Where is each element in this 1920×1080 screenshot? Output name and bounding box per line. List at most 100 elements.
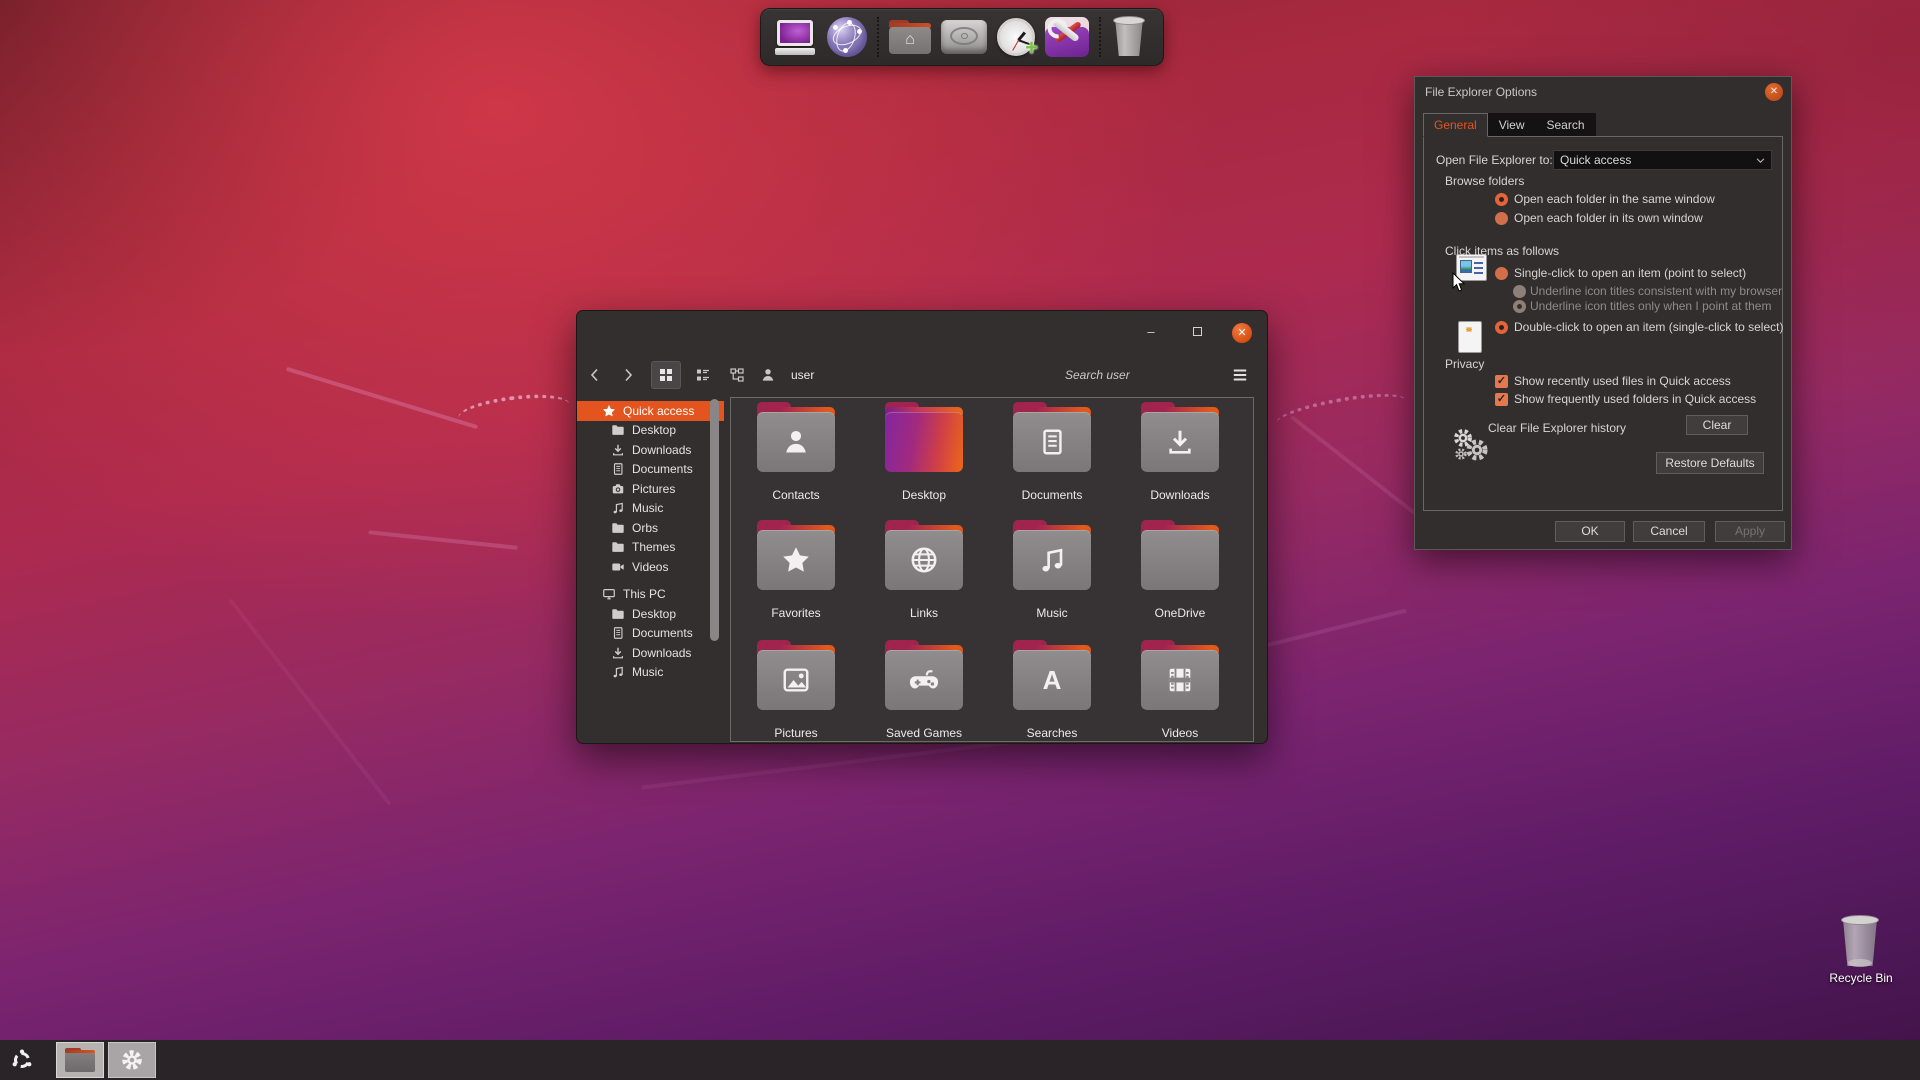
home-folder-icon[interactable]: ⌂ — [889, 20, 931, 54]
grid-item-contacts[interactable]: Contacts — [732, 402, 860, 514]
checkbox-show-frequently-used-folders-in-quick-ac[interactable]: ✓ — [1495, 393, 1508, 406]
dialog-tab-general[interactable]: General — [1423, 113, 1488, 137]
person-glyph-icon — [757, 412, 835, 472]
sidebar-item-desktop[interactable]: Desktop — [577, 604, 724, 624]
grid-item-pictures[interactable]: Pictures — [732, 640, 860, 741]
forward-chevron-icon[interactable] — [620, 367, 636, 383]
grid-item-label: Videos — [1161, 726, 1199, 740]
grid-view-button[interactable] — [651, 361, 681, 389]
grid-item-searches[interactable]: A Searches — [988, 640, 1116, 741]
taskbar-file-explorer-button[interactable] — [56, 1042, 104, 1078]
folder-icon — [611, 607, 625, 621]
dialog-tabs: General View Search — [1423, 113, 1596, 137]
clock-add-icon[interactable]: + — [997, 18, 1038, 59]
taskbar-settings-button[interactable] — [108, 1042, 156, 1078]
breadcrumb-path[interactable]: user — [791, 368, 814, 382]
minimize-button[interactable]: – — [1140, 325, 1162, 341]
radio-open-each-folder-in-the-same-window[interactable] — [1495, 193, 1508, 206]
cancel-button[interactable]: Cancel — [1633, 521, 1705, 542]
sidebar-item-music[interactable]: Music — [577, 663, 724, 683]
sidebar-item-downloads[interactable]: Downloads — [577, 440, 724, 460]
sidebar-item-orbs[interactable]: Orbs — [577, 518, 724, 538]
dock-separator — [877, 17, 879, 57]
tweak-tool-icon[interactable] — [1045, 17, 1089, 57]
close-button[interactable]: ✕ — [1232, 323, 1252, 343]
grid-item-desktop[interactable]: Desktop — [860, 402, 988, 514]
sidebar-item-label: Quick access — [623, 403, 695, 418]
apply-button[interactable]: Apply — [1715, 521, 1785, 542]
sidebar-item-music[interactable]: Music — [577, 499, 724, 519]
explorer-content-pane: Contacts Desktop Documents Downloads Favorit… — [730, 397, 1254, 742]
dialog-title: File Explorer Options — [1425, 85, 1538, 99]
radio-double-click-to-open-an-item-single-clic[interactable] — [1495, 321, 1508, 334]
dialog-tab-search[interactable]: Search — [1535, 113, 1596, 137]
grid-item-saved-games[interactable]: Saved Games — [860, 640, 988, 741]
dock-separator — [1099, 17, 1101, 57]
sidebar-item-documents[interactable]: Documents — [577, 624, 724, 644]
tree-view-icon[interactable] — [729, 367, 745, 383]
grid-item-onedrive[interactable]: OneDrive — [1116, 520, 1244, 632]
none-glyph-icon — [1141, 530, 1219, 590]
folder-icon — [885, 520, 963, 590]
sidebar-item-label: Videos — [632, 559, 669, 574]
hard-disk-icon[interactable] — [941, 20, 987, 54]
folder-icon — [611, 521, 625, 535]
grid-item-label: Desktop — [901, 488, 947, 502]
ok-button[interactable]: OK — [1555, 521, 1625, 542]
radio-open-each-folder-in-its-own-window[interactable] — [1495, 212, 1508, 225]
sidebar-item-this-pc[interactable]: This PC — [577, 585, 724, 605]
recycle-bin-label: Recycle Bin — [1829, 971, 1893, 985]
sidebar-scrollbar[interactable] — [710, 399, 719, 641]
network-icon[interactable] — [827, 17, 867, 57]
sidebar-item-themes[interactable]: Themes — [577, 538, 724, 558]
grid-item-music[interactable]: Music — [988, 520, 1116, 632]
wallpaper-line — [1289, 415, 1435, 529]
video-icon — [611, 560, 625, 574]
grid-item-videos[interactable]: Videos — [1116, 640, 1244, 741]
open-to-dropdown[interactable]: Quick access — [1553, 150, 1772, 170]
music-icon — [611, 501, 625, 515]
grid-item-documents[interactable]: Documents — [988, 402, 1116, 514]
checkbox-show-recently-used-files-in-quick-access[interactable]: ✓ — [1495, 375, 1508, 388]
back-chevron-icon[interactable] — [587, 367, 603, 383]
sidebar-item-videos[interactable]: Videos — [577, 557, 724, 577]
sidebar-item-label: Pictures — [632, 481, 676, 496]
dialog-tab-view[interactable]: View — [1487, 113, 1536, 137]
sidebar-item-downloads[interactable]: Downloads — [577, 643, 724, 663]
wallpaper-line — [368, 530, 518, 550]
search-input[interactable]: Search user — [1065, 368, 1130, 382]
clear-button[interactable]: Clear — [1686, 415, 1748, 435]
privacy-header: Privacy — [1445, 357, 1485, 371]
radio-label: Single-click to open an item (point to s… — [1514, 266, 1747, 280]
person-icon[interactable] — [760, 367, 776, 383]
file-explorer-window: – ✕ user Search user Quick access Desktop… — [576, 310, 1268, 744]
top-dock: ⌂ + — [760, 8, 1164, 66]
computer-icon[interactable] — [773, 18, 817, 56]
sidebar-item-quick-access[interactable]: Quick access — [577, 401, 724, 421]
folder-icon: A — [1013, 640, 1091, 710]
radio-single-click-to-open-an-item-point-to-se[interactable] — [1495, 267, 1508, 280]
folder-icon — [757, 402, 835, 472]
list-view-icon[interactable] — [695, 367, 711, 383]
hamburger-menu-icon[interactable] — [1231, 366, 1249, 384]
trash-icon[interactable] — [1111, 16, 1147, 58]
maximize-button[interactable] — [1186, 325, 1208, 341]
sidebar-item-pictures[interactable]: Pictures — [577, 479, 724, 499]
grid-item-links[interactable]: Links — [860, 520, 988, 632]
checkbox-label: Show recently used files in Quick access — [1514, 374, 1731, 388]
explorer-titlebar[interactable]: – ✕ — [577, 311, 1267, 353]
start-button-ubuntu-logo-icon[interactable] — [11, 1049, 33, 1071]
gamepad-glyph-icon — [885, 650, 963, 710]
grid-item-label: Documents — [1021, 488, 1083, 502]
grid-item-favorites[interactable]: Favorites — [732, 520, 860, 632]
restore-defaults-button[interactable]: Restore Defaults — [1656, 452, 1764, 474]
grid-item-downloads[interactable]: Downloads — [1116, 402, 1244, 514]
music-icon — [611, 665, 625, 679]
download-glyph-icon — [1141, 412, 1219, 472]
sidebar-item-documents[interactable]: Documents — [577, 460, 724, 480]
sidebar-item-desktop[interactable]: Desktop — [577, 421, 724, 441]
dialog-close-button[interactable]: ✕ — [1765, 83, 1783, 101]
radio-label: Underline icon titles consistent with my… — [1530, 284, 1783, 298]
star-icon — [602, 404, 616, 418]
